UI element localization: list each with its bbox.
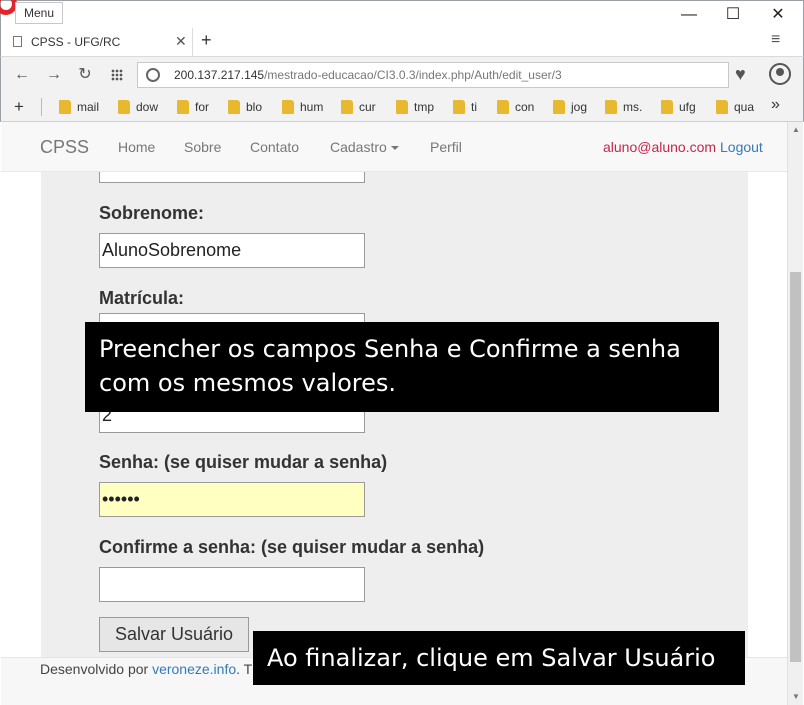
footer-link[interactable]: veroneze.info: [152, 661, 236, 677]
speed-dial-grid-icon[interactable]: [111, 69, 123, 81]
folder-icon: [282, 100, 294, 114]
folder-icon: [661, 100, 673, 114]
scroll-up-icon[interactable]: ▲: [792, 125, 800, 134]
vertical-scrollbar[interactable]: ▲ ▼: [787, 122, 803, 705]
bookmark-folder[interactable]: jog: [553, 100, 587, 116]
confirme-senha-field[interactable]: [99, 567, 365, 602]
window-title-bar: Menu — ☐ ✕: [0, 0, 804, 28]
bookmarks-bar: + mail dow for blo hum cur tmp ti con jo…: [0, 92, 804, 122]
salvar-usuario-button[interactable]: Salvar Usuário: [99, 617, 249, 652]
folder-icon: [453, 100, 465, 114]
instruction-callout-save: Ao finalizar, clique em Salvar Usuário: [253, 631, 745, 685]
forward-arrow-icon[interactable]: →: [43, 64, 65, 86]
bookmark-folder[interactable]: tmp: [396, 100, 434, 116]
nav-contato[interactable]: Contato: [250, 139, 299, 155]
nav-perfil[interactable]: Perfil: [430, 139, 462, 155]
browser-menu-button[interactable]: Menu: [15, 2, 64, 24]
caret-down-icon: [390, 146, 399, 150]
bookmark-folder[interactable]: ufg: [661, 100, 696, 116]
site-info-icon[interactable]: [146, 68, 160, 82]
tab-title: CPSS - UFG/RC: [31, 35, 121, 49]
tab-bar: CPSS - UFG/RC ✕ + ≡: [0, 28, 804, 56]
folder-icon: [59, 100, 71, 114]
folder-icon: [716, 100, 728, 114]
confirme-senha-label: Confirme a senha: (se quiser mudar a sen…: [99, 537, 485, 557]
page-viewport: AlunoNome Sobrenome: AlunoSobrenome Matr…: [1, 122, 787, 705]
bookmark-folder[interactable]: hum: [282, 100, 323, 116]
tab-close-icon[interactable]: ✕: [175, 33, 187, 50]
address-bar: ← → ↻ 200.137.217.145/mestrado-educacao/…: [0, 56, 804, 92]
bookmark-folder[interactable]: con: [497, 100, 534, 116]
close-window-icon[interactable]: ✕: [768, 5, 788, 25]
folder-icon: [553, 100, 565, 114]
sobrenome-label: Sobrenome:: [99, 203, 205, 223]
senha-field[interactable]: ••••••: [99, 482, 365, 517]
nav-sobre[interactable]: Sobre: [184, 139, 221, 155]
brand-link[interactable]: CPSS: [40, 137, 89, 158]
folder-icon: [177, 100, 189, 114]
heart-icon[interactable]: ♥: [735, 64, 746, 85]
bookmark-folder[interactable]: ti: [453, 100, 477, 116]
folder-icon: [341, 100, 353, 114]
bookmark-folder[interactable]: dow: [118, 100, 158, 116]
folder-icon: [118, 100, 130, 114]
bookmark-folder[interactable]: blo: [228, 100, 262, 116]
user-account-icon[interactable]: [769, 63, 791, 85]
minimize-icon[interactable]: —: [679, 5, 699, 25]
folder-icon: [228, 100, 240, 114]
footer-text: Desenvolvido por veroneze.info. T: [40, 661, 253, 677]
logout-link[interactable]: Logout: [720, 139, 763, 155]
tab-menu-icon[interactable]: ≡: [771, 31, 780, 49]
folder-icon: [396, 100, 408, 114]
tab-cpss[interactable]: CPSS - UFG/RC ✕: [3, 28, 193, 56]
matricula-label: Matrícula:: [99, 288, 185, 308]
url-text: 200.137.217.145/mestrado-educacao/CI3.0.…: [174, 68, 562, 82]
add-bookmark-icon[interactable]: +: [14, 97, 24, 117]
folder-icon: [497, 100, 509, 114]
bookmark-folder[interactable]: mail: [59, 100, 99, 116]
reload-icon[interactable]: ↻: [74, 64, 96, 86]
bookmark-folder[interactable]: qua: [716, 100, 754, 116]
back-arrow-icon[interactable]: ←: [11, 64, 33, 86]
nav-home[interactable]: Home: [118, 139, 155, 155]
bookmark-folder[interactable]: for: [177, 100, 209, 116]
nav-cadastro-dropdown[interactable]: Cadastro: [330, 139, 399, 155]
scroll-down-icon[interactable]: ▼: [792, 692, 800, 701]
bookmark-folder[interactable]: cur: [341, 100, 376, 116]
url-input[interactable]: 200.137.217.145/mestrado-educacao/CI3.0.…: [137, 62, 729, 88]
scroll-thumb[interactable]: [790, 272, 801, 662]
document-icon: [13, 36, 22, 47]
maximize-icon[interactable]: ☐: [723, 5, 743, 25]
more-bookmarks-icon[interactable]: »: [771, 96, 780, 114]
user-email: aluno@aluno.com: [603, 139, 717, 155]
site-navbar: CPSS Home Sobre Contato Cadastro Perfil …: [1, 122, 787, 172]
folder-icon: [605, 100, 617, 114]
new-tab-icon[interactable]: +: [201, 30, 212, 51]
instruction-callout: Preencher os campos Senha e Confirme a s…: [85, 322, 719, 412]
bookmark-folder[interactable]: ms.: [605, 100, 642, 116]
senha-label: Senha: (se quiser mudar a senha): [99, 452, 388, 472]
sobrenome-field[interactable]: AlunoSobrenome: [99, 233, 365, 268]
bookmarks-divider: [41, 98, 42, 116]
